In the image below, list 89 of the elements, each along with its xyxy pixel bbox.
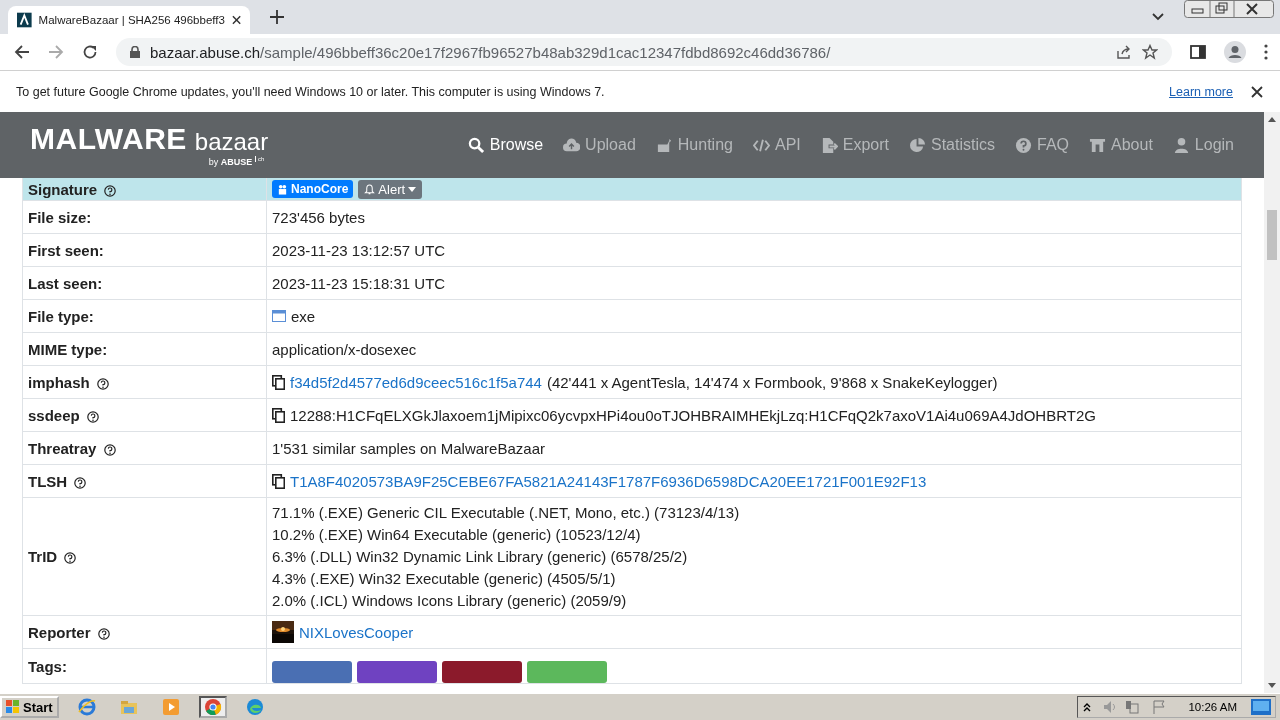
- nav-link[interactable]: Upload: [563, 136, 636, 154]
- close-icon[interactable]: [1251, 85, 1263, 98]
- windows-flag-icon: [6, 700, 20, 714]
- field-label: Reporter: [22, 615, 267, 649]
- profile-icon[interactable]: [1224, 41, 1246, 63]
- file-export-icon: [820, 136, 838, 154]
- field-value: 723'456 bytes: [272, 208, 365, 226]
- star-icon[interactable]: [1142, 44, 1158, 60]
- field-value: 1'531 similar samples on MalwareBazaar: [272, 439, 545, 457]
- clock[interactable]: 10:26 AM: [1188, 701, 1237, 713]
- building-icon: [1089, 136, 1107, 154]
- window-icon: [272, 310, 286, 322]
- field-label: Tags:: [22, 648, 267, 684]
- help-icon[interactable]: [104, 184, 117, 197]
- help-icon[interactable]: [86, 410, 99, 423]
- browser-e-icon: [77, 698, 96, 716]
- logo-icon: [17, 12, 32, 28]
- field-label: Threatray: [22, 431, 267, 465]
- nav-link[interactable]: API: [752, 136, 801, 154]
- update-message: To get future Google Chrome updates, you'll need Windows 10 or later. This computer is using Windows 7.: [16, 84, 605, 99]
- trid-entry: 10.2% (.EXE) Win64 Executable (generic) (10523/12/4): [272, 526, 642, 543]
- share-icon[interactable]: [1116, 44, 1132, 60]
- field-value: 12288:H1CFqELXGkJlaxoem1jMipixc06ycvpxHPi4ou0oTJOHBRAIMHEkjLzq:H1CFqQ2k7axoV1Ai4u069A4JdOHBRT2G: [290, 406, 1096, 424]
- bell-icon: [364, 183, 376, 195]
- trid-entry: 2.0% (.ICL) Windows Icons Library (generic) (2059/9): [272, 592, 628, 609]
- field-value: 2023-11-23 13:12:57 UTC: [272, 241, 446, 259]
- field-value: exe: [291, 307, 316, 325]
- caret-icon: [408, 186, 417, 192]
- side-panel-icon[interactable]: [1190, 44, 1206, 60]
- menu-icon[interactable]: [1264, 44, 1268, 60]
- nav-link[interactable]: Hunting: [655, 136, 733, 154]
- copy-icon[interactable]: [272, 374, 285, 390]
- copy-icon[interactable]: [272, 407, 285, 423]
- nav-link[interactable]: Login: [1172, 136, 1234, 154]
- field-label: TrID: [22, 497, 267, 616]
- field-label: First seen:: [22, 233, 267, 267]
- pie-chart-icon: [909, 136, 926, 154]
- edge-icon: [245, 698, 264, 716]
- chevron-down-icon[interactable]: [1152, 13, 1164, 21]
- help-icon[interactable]: [64, 552, 77, 565]
- field-label: File type:: [22, 299, 267, 333]
- field-label: imphash: [22, 365, 267, 399]
- search-icon: [467, 136, 485, 154]
- window-controls-drawing[interactable]: [1184, 0, 1274, 18]
- field-value: application/x-dosexec: [272, 340, 417, 358]
- scrollbar[interactable]: [1264, 112, 1280, 693]
- nav-link[interactable]: Export: [820, 136, 889, 154]
- trid-entry: 71.1% (.EXE) Generic CIL Executable (.NET, Mono, etc.) (73123/4/13): [272, 504, 741, 521]
- field-note: (42'441 x AgentTesla, 14'474 x Formbook, 9'868 x SnakeKeylogger): [546, 373, 998, 391]
- start-button[interactable]: Start: [0, 696, 59, 718]
- chrome-icon: [203, 698, 222, 716]
- folder-icon: [119, 698, 138, 716]
- nav-link[interactable]: Statistics: [909, 136, 995, 154]
- play-icon: [161, 698, 180, 716]
- field-label: MIME type:: [22, 332, 267, 366]
- lock-icon: [130, 46, 140, 58]
- help-icon[interactable]: [74, 476, 87, 489]
- browser-tab[interactable]: MalwareBazaar | SHA256 496bbeff3: [8, 6, 250, 34]
- field-label: Signature: [22, 178, 267, 201]
- back-icon[interactable]: [14, 44, 30, 60]
- field-label: TLSH: [22, 464, 267, 498]
- cloud-upload-icon: [563, 136, 581, 154]
- reload-icon[interactable]: [82, 44, 98, 60]
- help-icon[interactable]: [96, 377, 109, 390]
- new-tab-icon[interactable]: [270, 10, 284, 24]
- hash-link[interactable]: f34d5f2d4577ed6d9ceec516c1f5a744: [290, 373, 542, 391]
- trid-entry: 4.3% (.EXE) Win32 Executable (generic) (4505/5/1): [272, 570, 617, 587]
- tab-title: MalwareBazaar | SHA256 496bbeff3: [38, 14, 225, 26]
- close-icon[interactable]: [231, 15, 241, 25]
- help-icon[interactable]: [97, 627, 110, 640]
- nav-link[interactable]: About: [1089, 136, 1153, 154]
- nav-link[interactable]: Browse: [467, 136, 544, 154]
- field-value: 2023-11-23 15:18:31 UTC: [272, 274, 446, 292]
- field-label: File size:: [22, 200, 267, 234]
- learn-more-link[interactable]: Learn more: [1169, 84, 1233, 99]
- help-icon[interactable]: [103, 443, 116, 456]
- user-icon: [1172, 136, 1190, 154]
- reporter-link[interactable]: NIXLovesCooper: [299, 623, 414, 641]
- address-field[interactable]: bazaar.abuse.ch/sample/496bbeff36c20e17f2967fb96527b48ab329d1cac12347fdbd8692c46dd36786/: [116, 38, 1172, 66]
- alert-dropdown-button[interactable]: Alert: [358, 179, 423, 199]
- copy-icon[interactable]: [272, 473, 285, 489]
- help-icon: [1015, 136, 1032, 154]
- trid-entry: 6.3% (.DLL) Win32 Dynamic Link Library (generic) (6578/25/2): [272, 548, 689, 565]
- field-label: ssdeep: [22, 398, 267, 432]
- signature-tag[interactable]: NanoCore: [272, 180, 354, 198]
- nav-link[interactable]: FAQ: [1015, 136, 1070, 154]
- site-logo[interactable]: MALWARE bazaar by ABUSE $^{ch}$: [30, 123, 269, 167]
- taskbar-button[interactable]: [198, 696, 227, 718]
- field-label: Last seen:: [22, 266, 267, 300]
